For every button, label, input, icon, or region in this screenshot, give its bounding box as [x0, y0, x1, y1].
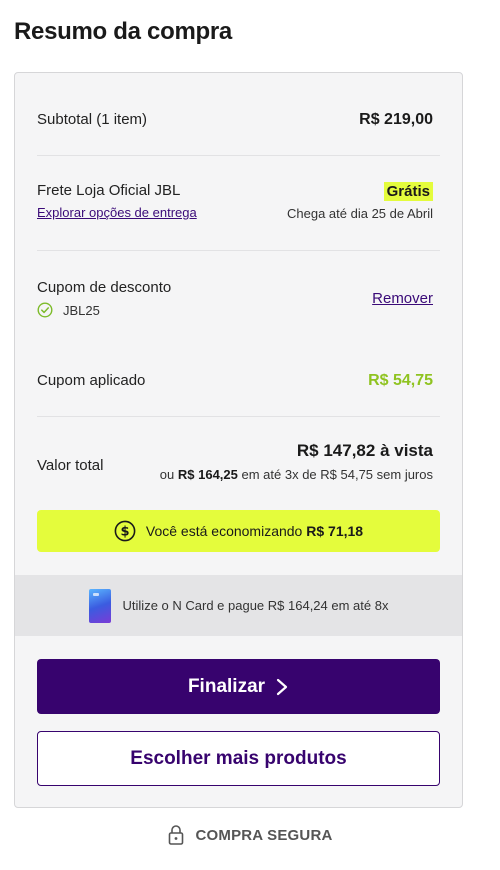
page-title: Resumo da compra [14, 18, 232, 45]
savings-text: Você está economizando R$ 71,18 [145, 523, 364, 539]
total-installments: ou R$ 164,25 em até 3x de R$ 54,75 sem j… [159, 467, 433, 482]
secure-label: COMPRA SEGURA [195, 826, 333, 844]
order-summary-card: Subtotal (1 item) R$ 219,00 Frete Loja O… [14, 72, 463, 808]
savings-amount: R$ 71,18 [306, 523, 364, 539]
ncard-offer[interactable]: Utilize o N Card e pague R$ 164,24 em at… [15, 575, 462, 636]
chevron-right-icon [276, 678, 288, 695]
total-label: Valor total [37, 457, 104, 474]
coupon-applied-row: Cupom aplicado R$ 54,75 [37, 372, 433, 396]
subtotal-label: Subtotal (1 item) [37, 111, 148, 128]
divider [37, 250, 440, 251]
svg-text:$: $ [120, 525, 129, 540]
choose-more-products-button[interactable]: Escolher mais produtos [37, 731, 440, 786]
check-circle-icon [37, 302, 53, 318]
coupon-applied-label: Cupom aplicado [37, 372, 146, 389]
subtotal-row: Subtotal (1 item) R$ 219,00 [37, 111, 433, 135]
shipping-row: Frete Loja Oficial JBL Explorar opções d… [37, 182, 433, 228]
coupon-code: JBL25 [63, 302, 100, 318]
total-row: Valor total R$ 147,82 à vista ou R$ 164,… [37, 441, 433, 491]
explore-delivery-link[interactable]: Explorar opções de entrega [37, 205, 197, 220]
total-cash-value: R$ 147,82 à vista [296, 441, 433, 460]
shipping-free-badge: Grátis [383, 182, 433, 201]
divider [37, 155, 440, 156]
secure-purchase: COMPRA SEGURA [0, 824, 500, 846]
finalize-label: Finalizar [187, 675, 266, 697]
subtotal-value: R$ 219,00 [359, 111, 433, 128]
choose-more-products-label: Escolher mais produtos [130, 747, 347, 769]
ncard-text: Utilize o N Card e pague R$ 164,24 em at… [122, 598, 389, 613]
savings-banner: $ Você está economizando R$ 71,18 [37, 510, 440, 552]
divider [37, 416, 440, 417]
installment-total: R$ 164,25 [177, 467, 238, 482]
coupon-row: Cupom de desconto JBL25 Remover [37, 279, 433, 323]
ncard-icon [88, 588, 111, 623]
coupon-applied-value: R$ 54,75 [368, 372, 433, 389]
shipping-eta: Chega até dia 25 de Abril [287, 206, 433, 221]
finalize-button[interactable]: Finalizar [37, 659, 440, 714]
dollar-circle-icon: $ [114, 520, 136, 542]
lock-icon [169, 825, 184, 845]
remove-coupon-link[interactable]: Remover [372, 290, 433, 307]
